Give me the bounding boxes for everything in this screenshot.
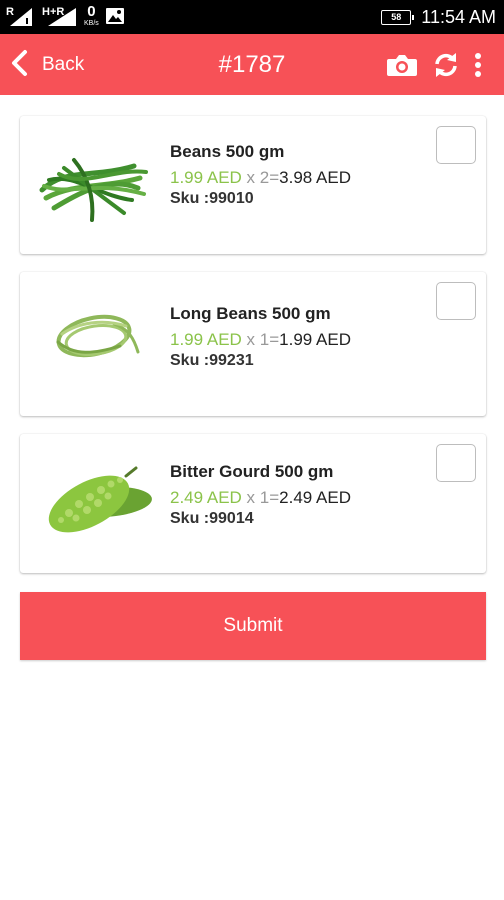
item-unit-price: 1.99 AED (170, 168, 242, 187)
speed-value: 0 (87, 3, 96, 20)
item-price-line: 2.49 AED x 1=2.49 AED (170, 487, 351, 509)
submit-button[interactable]: Submit (20, 592, 486, 660)
item-price-line: 1.99 AED x 1=1.99 AED (170, 329, 351, 351)
sim1-label: R (6, 6, 14, 18)
item-total: 2.49 AED (279, 488, 351, 507)
camera-icon[interactable] (386, 52, 418, 78)
order-item-list: Beans 500 gm 1.99 AED x 2=3.98 AED Sku :… (20, 116, 486, 591)
item-unit-price: 1.99 AED (170, 330, 242, 349)
header-actions (386, 50, 482, 80)
item-sku: Sku :99014 (170, 510, 254, 527)
item-checkbox[interactable] (436, 444, 476, 482)
item-total: 1.99 AED (279, 330, 351, 349)
item-name: Long Beans 500 gm (170, 304, 331, 323)
item-quantity: x 1= (241, 330, 280, 349)
more-vert-icon[interactable] (474, 52, 482, 78)
status-right: 58 11:54 AM (381, 4, 496, 30)
item-checkbox[interactable] (436, 126, 476, 164)
item-checkbox[interactable] (436, 282, 476, 320)
sim1-signal-icon: R (6, 6, 36, 28)
battery-icon: 58 (381, 9, 415, 25)
long-beans-image (34, 294, 152, 384)
gallery-icon (105, 7, 125, 28)
back-chevron-icon (10, 49, 28, 82)
app-bar: Back #1787 (0, 34, 504, 95)
back-label: Back (42, 54, 85, 75)
status-bar: R H+R 0 KB/s 58 11:54 AM (0, 0, 504, 34)
bitter-gourd-image (34, 458, 152, 548)
refresh-icon[interactable] (432, 51, 460, 79)
item-total: 3.98 AED (279, 168, 351, 187)
item-info: Bitter Gourd 500 gm 2.49 AED x 1=2.49 AE… (170, 462, 351, 529)
item-info: Beans 500 gm 1.99 AED x 2=3.98 AED Sku :… (170, 142, 351, 209)
speed-unit: KB/s (84, 20, 99, 27)
network-speed: 0 KB/s (84, 3, 99, 29)
sim2-signal-icon: H+R (42, 6, 78, 28)
battery-level: 58 (391, 12, 402, 22)
item-price-line: 1.99 AED x 2=3.98 AED (170, 167, 351, 189)
order-item-card: Bitter Gourd 500 gm 2.49 AED x 1=2.49 AE… (20, 434, 486, 573)
order-item-card: Long Beans 500 gm 1.99 AED x 1=1.99 AED … (20, 272, 486, 416)
item-quantity: x 1= (241, 488, 280, 507)
back-button[interactable]: Back (10, 49, 84, 81)
item-sku: Sku :99010 (170, 190, 254, 207)
item-quantity: x 2= (241, 168, 280, 187)
sim2-label: H+R (42, 6, 65, 18)
item-name: Beans 500 gm (170, 142, 285, 161)
item-info: Long Beans 500 gm 1.99 AED x 1=1.99 AED … (170, 304, 351, 371)
beans-image (34, 138, 152, 228)
item-name: Bitter Gourd 500 gm (170, 462, 334, 481)
item-unit-price: 2.49 AED (170, 488, 242, 507)
clock: 11:54 AM (421, 6, 496, 27)
item-sku: Sku :99231 (170, 352, 254, 369)
order-item-card: Beans 500 gm 1.99 AED x 2=3.98 AED Sku :… (20, 116, 486, 254)
status-left: R H+R 0 KB/s (6, 3, 125, 29)
